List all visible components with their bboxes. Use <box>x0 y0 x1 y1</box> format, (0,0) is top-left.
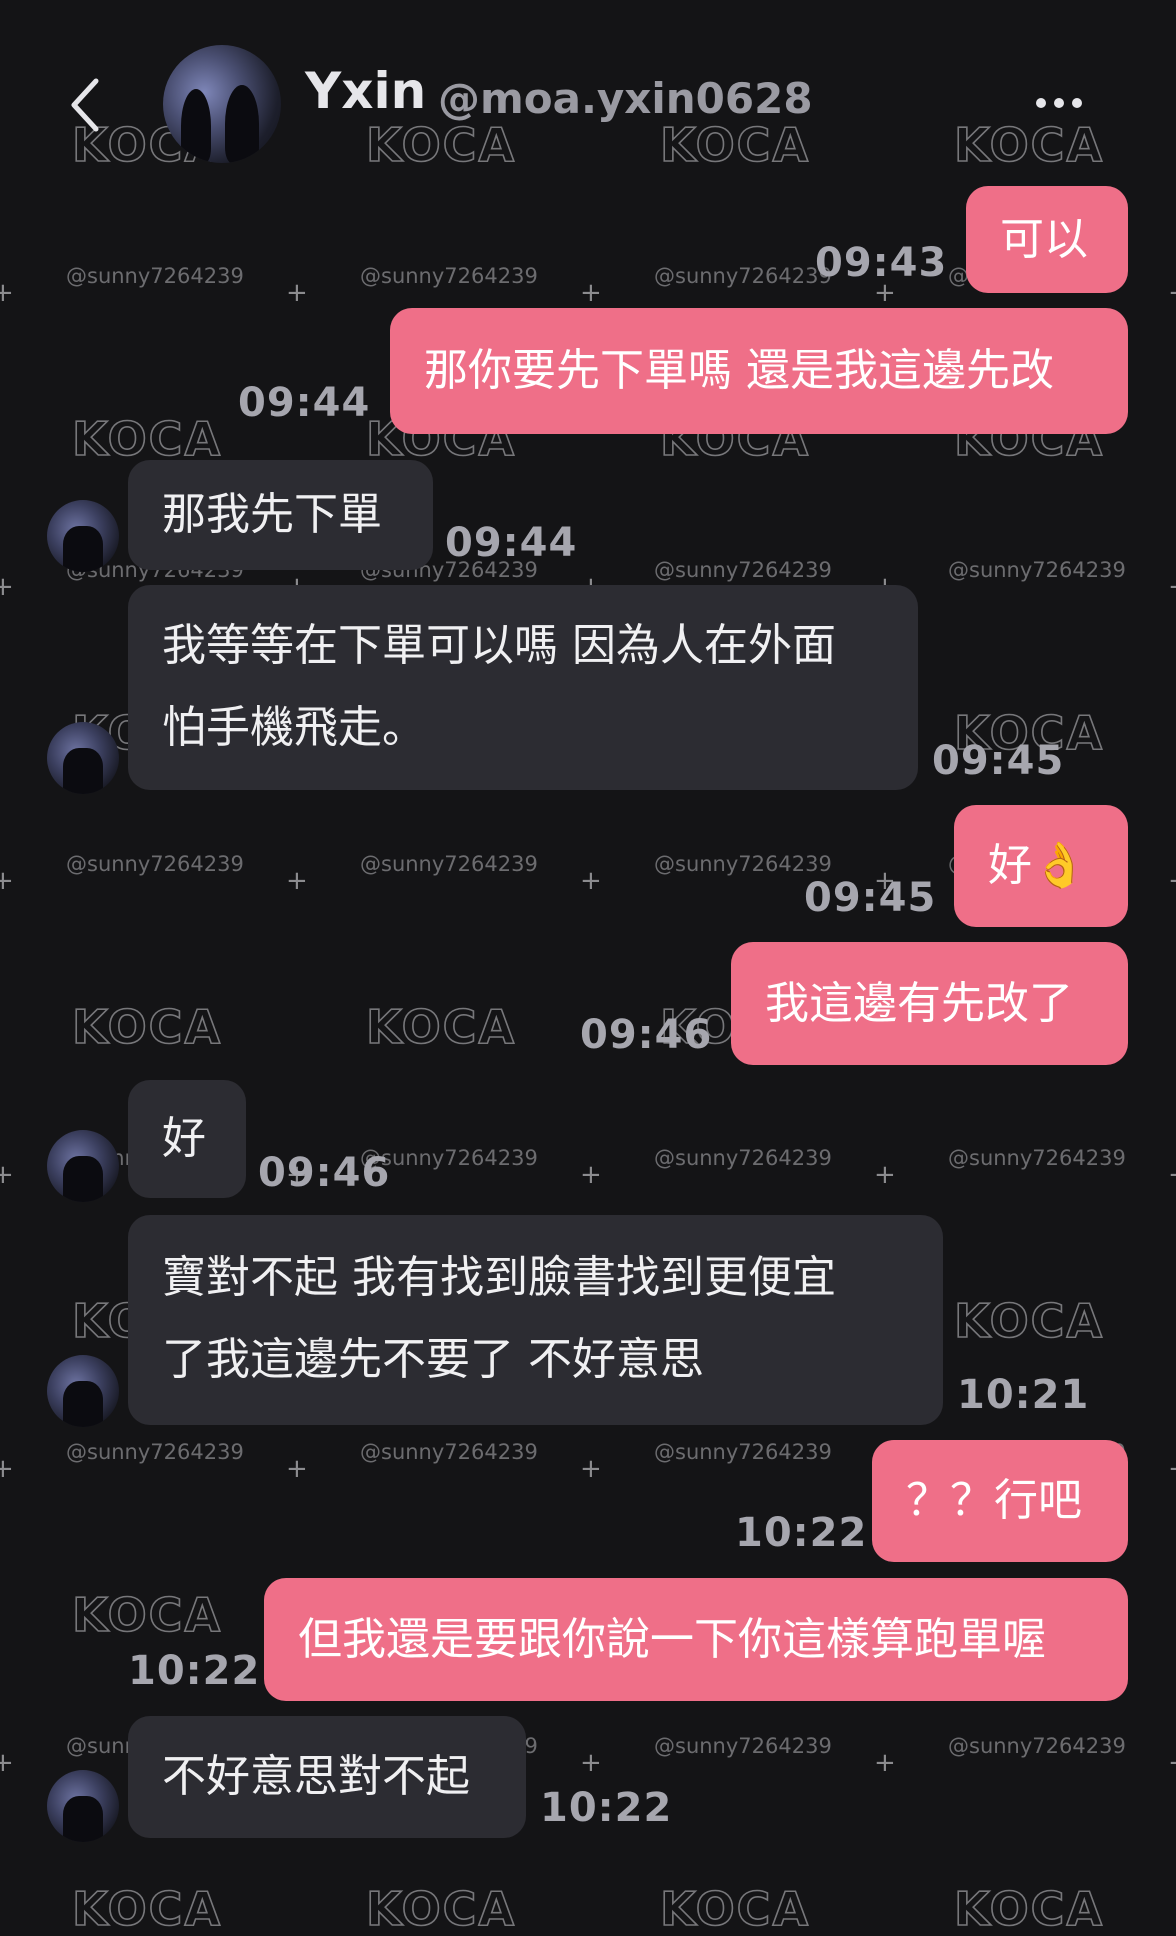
message-timestamp: 09:43 <box>815 240 948 286</box>
watermark-plus-icon: + <box>286 866 308 896</box>
watermark-plus-icon: + <box>874 1160 896 1190</box>
message-timestamp: 09:46 <box>258 1150 391 1196</box>
watermark-handle: @sunny7264239 <box>948 558 1126 582</box>
message-timestamp: 10:22 <box>735 1510 868 1556</box>
message-timestamp: 09:46 <box>580 1012 713 1058</box>
message-bubble-outgoing[interactable]: 但我還是要跟你說一下你這樣算跑單喔 <box>264 1578 1128 1701</box>
message-text: 可以 <box>1000 214 1088 265</box>
watermark-logo: KOCA <box>71 411 223 467</box>
message-bubble-outgoing[interactable]: 我這邊有先改了 <box>731 942 1128 1065</box>
message-bubble-incoming[interactable]: 好 <box>128 1080 246 1198</box>
watermark-plus-icon: + <box>0 866 14 896</box>
message-bubble-incoming[interactable]: 不好意思對不起 <box>128 1716 526 1838</box>
watermark-logo: KOCA <box>659 1881 811 1936</box>
message-text: 好 <box>162 1113 206 1164</box>
sender-avatar[interactable] <box>47 1130 119 1202</box>
message-timestamp: 09:44 <box>445 520 578 566</box>
message-text: ？？行吧 <box>906 1475 1082 1526</box>
watermark-handle: @sunny7264239 <box>66 264 244 288</box>
message-bubble-incoming[interactable]: 那我先下單 <box>128 460 433 570</box>
chevron-left-icon[interactable] <box>62 75 110 135</box>
watermark-handle: @sunny7264239 <box>948 1146 1126 1170</box>
watermark-plus-icon: + <box>0 278 14 308</box>
message-bubble-outgoing[interactable]: 那你要先下單嗎 還是我這邊先改 <box>390 308 1128 434</box>
watermark-plus-icon: + <box>1168 572 1176 602</box>
watermark-handle: @sunny7264239 <box>66 1440 244 1464</box>
contact-avatar[interactable] <box>163 45 281 163</box>
message-text: 那我先下單 <box>162 489 382 540</box>
message-text-line: 我等等在下單可以嗎 因為人在外面 <box>162 620 836 671</box>
message-bubble-outgoing[interactable]: ？？行吧 <box>872 1440 1128 1562</box>
watermark-plus-icon: + <box>874 1748 896 1778</box>
message-timestamp: 10:22 <box>128 1648 261 1694</box>
message-text-line: 怕手機飛走。 <box>162 702 426 753</box>
watermark-logo: KOCA <box>953 1293 1105 1349</box>
watermark-plus-icon: + <box>580 1748 602 1778</box>
watermark-handle: @sunny7264239 <box>654 558 832 582</box>
watermark-plus-icon: + <box>0 1454 14 1484</box>
message-text-line: 寶對不起 我有找到臉書找到更便宜 <box>162 1252 836 1303</box>
message-timestamp: 09:44 <box>238 380 371 426</box>
watermark-handle: @sunny7264239 <box>654 1734 832 1758</box>
watermark-handle: @sunny7264239 <box>948 1734 1126 1758</box>
watermark-plus-icon: + <box>0 1748 14 1778</box>
message-timestamp: 09:45 <box>932 738 1065 784</box>
watermark-logo: KOCA <box>365 999 517 1055</box>
message-bubble-incoming[interactable]: 寶對不起 我有找到臉書找到更便宜 了我這邊先不要了 不好意思 <box>128 1215 943 1425</box>
watermark-plus-icon: + <box>286 1454 308 1484</box>
message-text: 好👌 <box>988 840 1087 891</box>
watermark-handle: @sunny7264239 <box>654 1440 832 1464</box>
message-bubble-incoming[interactable]: 我等等在下單可以嗎 因為人在外面 怕手機飛走。 <box>128 585 918 790</box>
sender-avatar[interactable] <box>47 1355 119 1427</box>
contact-name[interactable]: Yxin <box>305 62 426 120</box>
watermark-plus-icon: + <box>1168 866 1176 896</box>
watermark-logo: KOCA <box>71 999 223 1055</box>
message-bubble-outgoing[interactable]: 好👌 <box>954 805 1128 927</box>
message-text-line: 了我這邊先不要了 不好意思 <box>162 1334 704 1385</box>
watermark-plus-icon: + <box>0 1160 14 1190</box>
message-text: 不好意思對不起 <box>162 1751 470 1802</box>
watermark-plus-icon: + <box>1168 1748 1176 1778</box>
watermark-handle: @sunny7264239 <box>654 1146 832 1170</box>
watermark-plus-icon: + <box>1168 278 1176 308</box>
watermark-handle: @sunny7264239 <box>360 852 538 876</box>
message-timestamp: 10:21 <box>957 1372 1090 1418</box>
sender-avatar[interactable] <box>47 500 119 572</box>
watermark-plus-icon: + <box>580 278 602 308</box>
watermark-handle: @sunny7264239 <box>654 264 832 288</box>
watermark-handle: @sunny7264239 <box>66 852 244 876</box>
watermark-logo: KOCA <box>71 1881 223 1936</box>
watermark-plus-icon: + <box>580 1160 602 1190</box>
watermark-handle: @sunny7264239 <box>360 264 538 288</box>
watermark-plus-icon: + <box>0 572 14 602</box>
message-text: 我這邊有先改了 <box>765 978 1073 1029</box>
watermark-plus-icon: + <box>580 866 602 896</box>
message-text: 那你要先下單嗎 還是我這邊先改 <box>424 345 1054 396</box>
more-horizontal-icon[interactable] <box>1034 96 1084 110</box>
watermark-logo: KOCA <box>953 1881 1105 1936</box>
message-timestamp: 09:45 <box>804 875 937 921</box>
watermark-logo: KOCA <box>71 1587 223 1643</box>
sender-avatar[interactable] <box>47 1770 119 1842</box>
message-bubble-outgoing[interactable]: 可以 <box>966 186 1128 293</box>
watermark-plus-icon: + <box>286 278 308 308</box>
watermark-plus-icon: + <box>1168 1454 1176 1484</box>
sender-avatar[interactable] <box>47 722 119 794</box>
watermark-plus-icon: + <box>580 1454 602 1484</box>
message-timestamp: 10:22 <box>540 1785 673 1831</box>
watermark-plus-icon: + <box>1168 1160 1176 1190</box>
watermark-handle: @sunny7264239 <box>360 1440 538 1464</box>
message-text: 但我還是要跟你說一下你這樣算跑單喔 <box>298 1614 1046 1665</box>
watermark-logo: KOCA <box>365 1881 517 1936</box>
contact-handle: @moa.yxin0628 <box>438 74 813 123</box>
chat-header: Yxin @moa.yxin0628 <box>0 0 1176 170</box>
watermark-handle: @sunny7264239 <box>654 852 832 876</box>
